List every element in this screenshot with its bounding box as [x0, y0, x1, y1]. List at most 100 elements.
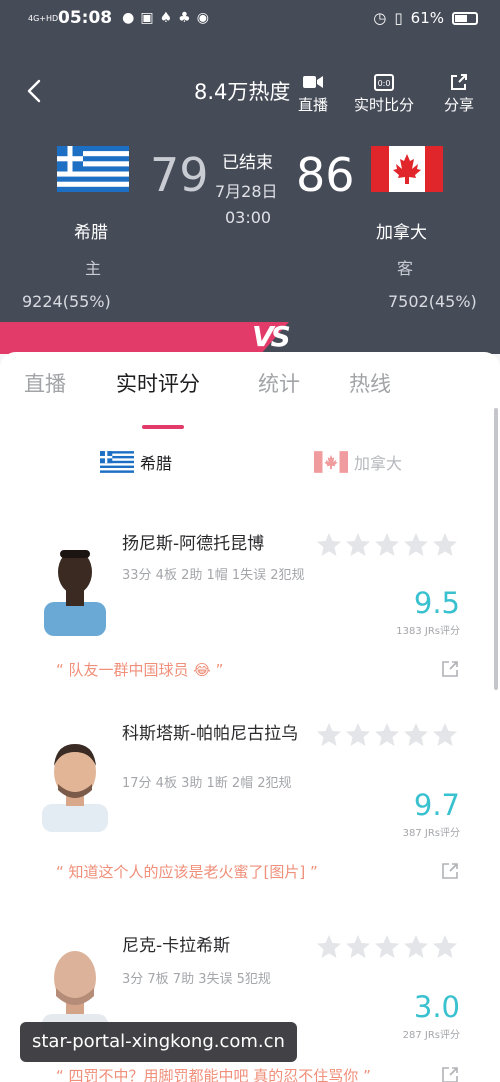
top-comment[interactable]: “ 知道这个人的应该是老火蜜了[图片] ”	[56, 861, 318, 882]
open-link-icon[interactable]	[441, 862, 459, 880]
team-switch-home-label: 希腊	[140, 454, 173, 473]
vs-logo: VS	[252, 320, 291, 353]
heat-title: 8.4万热度	[194, 80, 291, 104]
star-icon[interactable]	[403, 722, 429, 748]
content-panel: 直播 实时评分 统计 热线 希腊 加拿大 扬尼斯-阿德托昆博 33分 4板 2助…	[0, 352, 500, 1082]
message-icon: ●	[122, 10, 135, 26]
game-status: 已结束	[222, 153, 273, 173]
status-left: 4G+HD 05:08 ● ▣ ♠ ♣ ◉	[28, 8, 209, 28]
star-icon[interactable]	[403, 934, 429, 960]
away-role-label: 客	[397, 259, 414, 278]
app-icon: ▣	[140, 10, 154, 26]
home-role-label: 主	[85, 259, 102, 278]
back-arrow-icon[interactable]	[22, 78, 48, 104]
away-team-name: 加拿大	[376, 223, 427, 243]
team-switch-away[interactable]: 加拿大	[314, 450, 402, 474]
star-icon[interactable]	[403, 532, 429, 558]
player-avatar	[38, 540, 112, 636]
live-button[interactable]: 直播	[298, 72, 328, 115]
away-support-votes: 7502(45%)	[388, 292, 477, 311]
star-icon[interactable]	[316, 532, 342, 558]
player-stat-line: 3分 7板 7助 3失误 5犯规	[122, 972, 271, 987]
player-name: 扬尼斯-阿德托昆博	[122, 534, 265, 554]
open-link-icon[interactable]	[441, 1066, 459, 1082]
share-label: 分享	[444, 96, 475, 114]
player-name: 科斯塔斯-帕帕尼古拉乌	[122, 724, 299, 744]
tab-bar: 直播 实时评分 统计 热线	[0, 368, 500, 429]
active-tab-indicator	[142, 425, 184, 429]
team-switch-away-label: 加拿大	[354, 454, 403, 473]
network-indicator: 4G+HD	[28, 13, 59, 23]
video-camera-icon	[303, 76, 323, 88]
star-icon[interactable]	[374, 934, 400, 960]
alarm-icon: ◷	[373, 9, 387, 27]
penguin-icon: ♣	[178, 10, 191, 26]
away-score: 86	[296, 148, 355, 202]
star-icon[interactable]	[316, 934, 342, 960]
rating-stars[interactable]	[316, 532, 458, 558]
status-time: 05:08	[58, 8, 113, 28]
star-icon[interactable]	[316, 722, 342, 748]
share-button[interactable]: 分享	[444, 72, 474, 115]
vibrate-icon: ▯	[394, 9, 403, 27]
home-score: 79	[150, 148, 209, 202]
game-date: 7月28日	[215, 182, 278, 201]
watermark-banner: star-portal-xingkong.com.cn	[20, 1022, 297, 1062]
battery-percent: 61%	[410, 9, 444, 27]
home-support-votes: 9224(55%)	[22, 292, 111, 311]
realtime-score-button[interactable]: 0:0 实时比分	[354, 72, 414, 115]
share-icon	[451, 74, 467, 90]
open-link-icon[interactable]	[441, 660, 459, 678]
player-stat-line: 17分 4板 3助 1断 2帽 2犯规	[122, 776, 292, 791]
canada-flag-icon	[314, 451, 348, 473]
star-icon[interactable]	[374, 722, 400, 748]
greece-flag-icon	[100, 451, 134, 473]
tab-hotline[interactable]: 热线	[349, 368, 391, 398]
tab-live[interactable]: 直播	[24, 368, 66, 398]
scoreboard-icon: 0:0	[374, 74, 394, 91]
rating-count: 1383 JRs评分	[396, 626, 460, 637]
bell-icon: ♠	[159, 10, 173, 26]
tab-stats[interactable]: 统计	[258, 368, 300, 398]
top-comment[interactable]: “ 队友一群中国球员 😂 ”	[56, 659, 223, 680]
star-icon[interactable]	[345, 934, 371, 960]
rating-stars[interactable]	[316, 934, 458, 960]
home-team-name: 希腊	[74, 223, 108, 243]
team-switch-home[interactable]: 希腊	[100, 450, 172, 474]
star-icon[interactable]	[345, 532, 371, 558]
top-comment[interactable]: “ 四罚不中？用脚罚都能中吧 真的忍不住骂你 ”	[56, 1065, 371, 1082]
support-bar-away	[261, 322, 500, 354]
rating-stars[interactable]	[316, 722, 458, 748]
star-icon[interactable]	[374, 532, 400, 558]
rating-count: 287 JRs评分	[402, 1030, 460, 1041]
player-rating: 3.0	[413, 990, 460, 1024]
game-time: 03:00	[225, 208, 272, 227]
live-label: 直播	[298, 96, 329, 114]
player-card[interactable]: 科斯塔斯-帕帕尼古拉乌 17分 4板 3助 1断 2帽 2犯规 9.7 387 …	[0, 722, 500, 922]
player-card[interactable]: 扬尼斯-阿德托昆博 33分 4板 2助 1帽 1失误 2犯规 9.5 1383 …	[0, 522, 500, 722]
wechat-icon: ◉	[196, 10, 209, 26]
canada-flag-icon	[371, 146, 443, 192]
star-icon[interactable]	[432, 934, 458, 960]
battery-fill	[455, 14, 467, 22]
player-stat-line: 33分 4板 2助 1帽 1失误 2犯规	[122, 568, 305, 583]
star-icon[interactable]	[432, 532, 458, 558]
game-header: 4G+HD 05:08 ● ▣ ♠ ♣ ◉ ◷ ▯ 61% 8.4万热度 直播	[0, 0, 500, 352]
support-bar-home	[0, 322, 289, 354]
tab-realtime-rating[interactable]: 实时评分	[116, 368, 200, 398]
notification-icons: ● ▣ ♠ ♣ ◉	[122, 10, 209, 26]
status-bar: 4G+HD 05:08 ● ▣ ♠ ♣ ◉ ◷ ▯ 61%	[0, 0, 500, 38]
battery-icon	[452, 11, 478, 25]
player-avatar	[38, 736, 112, 832]
star-icon[interactable]	[345, 722, 371, 748]
player-rating: 9.7	[413, 788, 460, 822]
svg-text:0:0: 0:0	[378, 79, 391, 88]
greece-flag-icon	[57, 146, 129, 192]
realtime-score-label: 实时比分	[354, 96, 415, 114]
rating-count: 387 JRs评分	[402, 828, 460, 839]
player-name: 尼克-卡拉希斯	[122, 936, 231, 956]
support-bar	[0, 322, 500, 354]
star-icon[interactable]	[432, 722, 458, 748]
scrollbar[interactable]	[494, 408, 498, 690]
status-right: ◷ ▯ 61%	[373, 9, 478, 27]
